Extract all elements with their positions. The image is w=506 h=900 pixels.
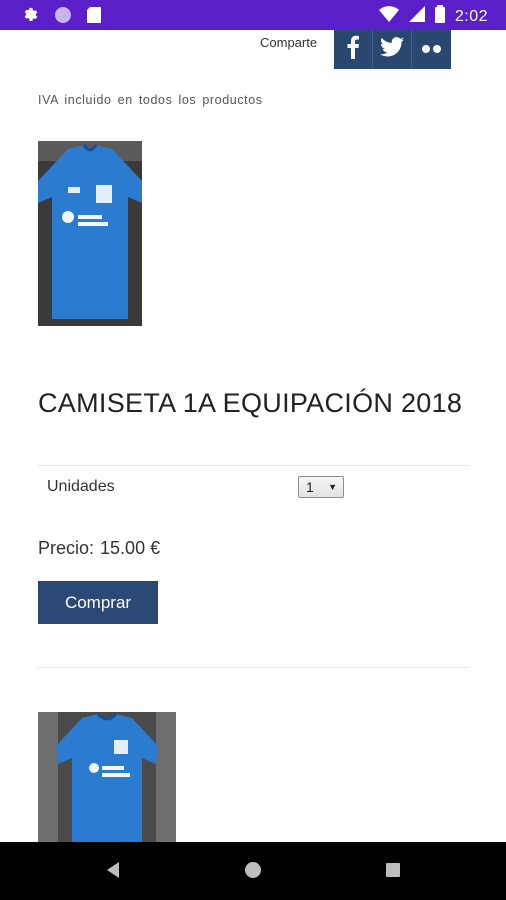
units-select[interactable]: 1 ▼ [298,476,344,498]
navigation-bar [0,842,506,900]
status-time: 2:02 [454,7,488,25]
back-icon [105,861,121,884]
recents-icon [385,862,401,883]
signal-icon [408,6,425,27]
tax-notice: IVA incluido en todos los productos [38,93,263,107]
twitter-share-button[interactable] [373,30,412,69]
chevron-down-icon: ▼ [328,482,337,492]
shirt-photo [38,141,142,326]
sd-card-icon [86,6,102,29]
price-label: Precio: [38,538,95,558]
product-image[interactable] [38,712,176,847]
recents-button[interactable] [381,860,405,884]
flickr-share-button[interactable] [412,30,451,69]
wifi-icon [378,6,399,27]
battery-icon [434,5,445,28]
product-title: CAMISETA 1A EQUIPACIÓN 2018 [38,388,463,418]
twitter-icon [380,37,404,62]
buy-button[interactable]: Comprar [38,581,158,624]
back-button[interactable] [101,860,125,884]
divider [38,667,470,668]
settings-icon [22,6,40,29]
home-icon [243,860,263,885]
facebook-icon [346,35,360,64]
price: Precio: 15.00 € [38,538,160,559]
product-image[interactable] [38,141,142,326]
facebook-share-button[interactable] [334,30,373,69]
divider [38,465,470,466]
flickr-icon [421,41,443,59]
share-label: Comparte [260,35,318,50]
units-value: 1 [306,479,314,495]
shirt-photo [38,712,176,847]
home-button[interactable] [241,860,265,884]
status-bar: 2:02 [0,0,506,30]
price-value: 15.00 € [100,538,161,558]
units-label: Unidades [47,478,115,495]
circle-icon [54,6,72,29]
